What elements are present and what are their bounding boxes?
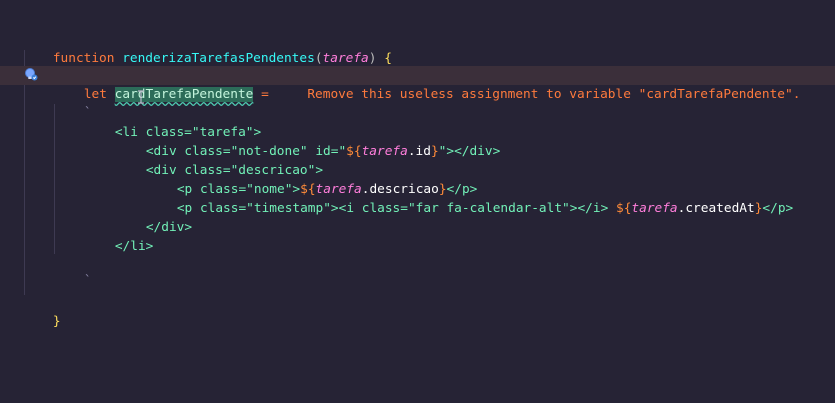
code-line-9[interactable]: </div> [115, 199, 835, 235]
paren-open: ( [314, 51, 323, 66]
code-line-8[interactable]: <p class="timestamp"><i class="far fa-ca… [146, 180, 835, 216]
code-line-5[interactable]: <div class="not-done" id="${tarefa.id}">… [115, 123, 835, 159]
code-line-4[interactable]: <li class="tarefa"> [84, 104, 835, 140]
brace-open: { [376, 51, 392, 66]
code-line-1[interactable]: function renderizaTarefasPendentes(taref… [22, 30, 835, 66]
parameter: tarefa [322, 51, 369, 66]
template-backtick-close: ` [83, 273, 92, 288]
code-line-3[interactable]: ` [53, 84, 835, 120]
code-editor[interactable]: function renderizaTarefasPendentes(taref… [0, 0, 835, 403]
code-line-7[interactable]: <p class="nome">${tarefa.descricao}</p> [146, 161, 835, 197]
code-line-2[interactable]: let cardTarefaPendente = Remove this use… [0, 66, 835, 102]
code-line-10[interactable]: </li> [84, 218, 835, 254]
keyword-function: function [52, 51, 115, 66]
brace-close: } [52, 314, 61, 329]
code-line-6[interactable]: <div class="descricao"> [115, 142, 835, 178]
code-line-11[interactable]: ` [53, 252, 835, 288]
function-name: renderizaTarefasPendentes [122, 51, 315, 66]
lightbulb-icon[interactable] [24, 67, 38, 81]
code-line-12[interactable]: } [22, 293, 835, 329]
ibeam-cursor-icon [138, 90, 144, 104]
